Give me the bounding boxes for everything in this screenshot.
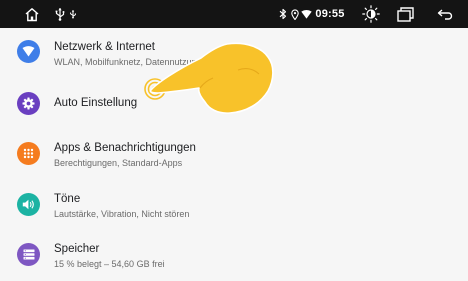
settings-item-title: Auto Einstellung xyxy=(54,96,138,109)
settings-item-title: Töne xyxy=(54,192,81,205)
volume-icon xyxy=(17,192,40,216)
settings-item-subtitle: Lautstärke, Vibration, Nicht stören xyxy=(54,208,190,219)
settings-item-title: Speicher xyxy=(54,243,100,255)
storage-icon xyxy=(17,243,40,266)
recent-apps-icon[interactable] xyxy=(395,0,415,28)
home-icon[interactable] xyxy=(22,0,42,28)
settings-item-title: Netzwerk & Internet xyxy=(54,41,155,53)
settings-item-subtitle: Berechtigungen, Standard-Apps xyxy=(54,158,183,168)
back-icon[interactable] xyxy=(435,0,455,28)
wifi-icon xyxy=(17,40,40,63)
wifi-icon xyxy=(301,0,312,28)
settings-item-network[interactable]: Netzwerk & Internet WLAN, Mobilfunknetz,… xyxy=(0,28,468,79)
apps-grid-icon xyxy=(17,142,40,165)
usb-small-icon xyxy=(68,0,78,28)
gear-icon xyxy=(17,91,40,115)
settings-item-apps[interactable]: Apps & Benachrichtigungen Berechtigungen… xyxy=(0,129,468,180)
settings-item-auto[interactable]: Auto Einstellung xyxy=(0,79,468,130)
settings-item-subtitle: 15 % belegt – 54,60 GB frei xyxy=(54,259,165,269)
settings-list: Netzwerk & Internet WLAN, Mobilfunknetz,… xyxy=(0,28,468,281)
brightness-icon[interactable] xyxy=(361,0,381,28)
settings-item-storage[interactable]: Speicher 15 % belegt – 54,60 GB frei xyxy=(0,230,468,281)
settings-item-subtitle: WLAN, Mobilfunknetz, Datennutzung xyxy=(54,57,202,67)
location-icon xyxy=(290,0,300,28)
status-bar: 09:55 xyxy=(0,0,468,28)
clock-time: 09:55 xyxy=(315,8,345,20)
usb-icon xyxy=(53,0,67,28)
settings-item-title: Apps & Benachrichtigungen xyxy=(54,142,196,154)
settings-item-sound[interactable]: Töne Lautstärke, Vibration, Nicht stören xyxy=(0,180,468,231)
bluetooth-icon xyxy=(278,0,288,28)
